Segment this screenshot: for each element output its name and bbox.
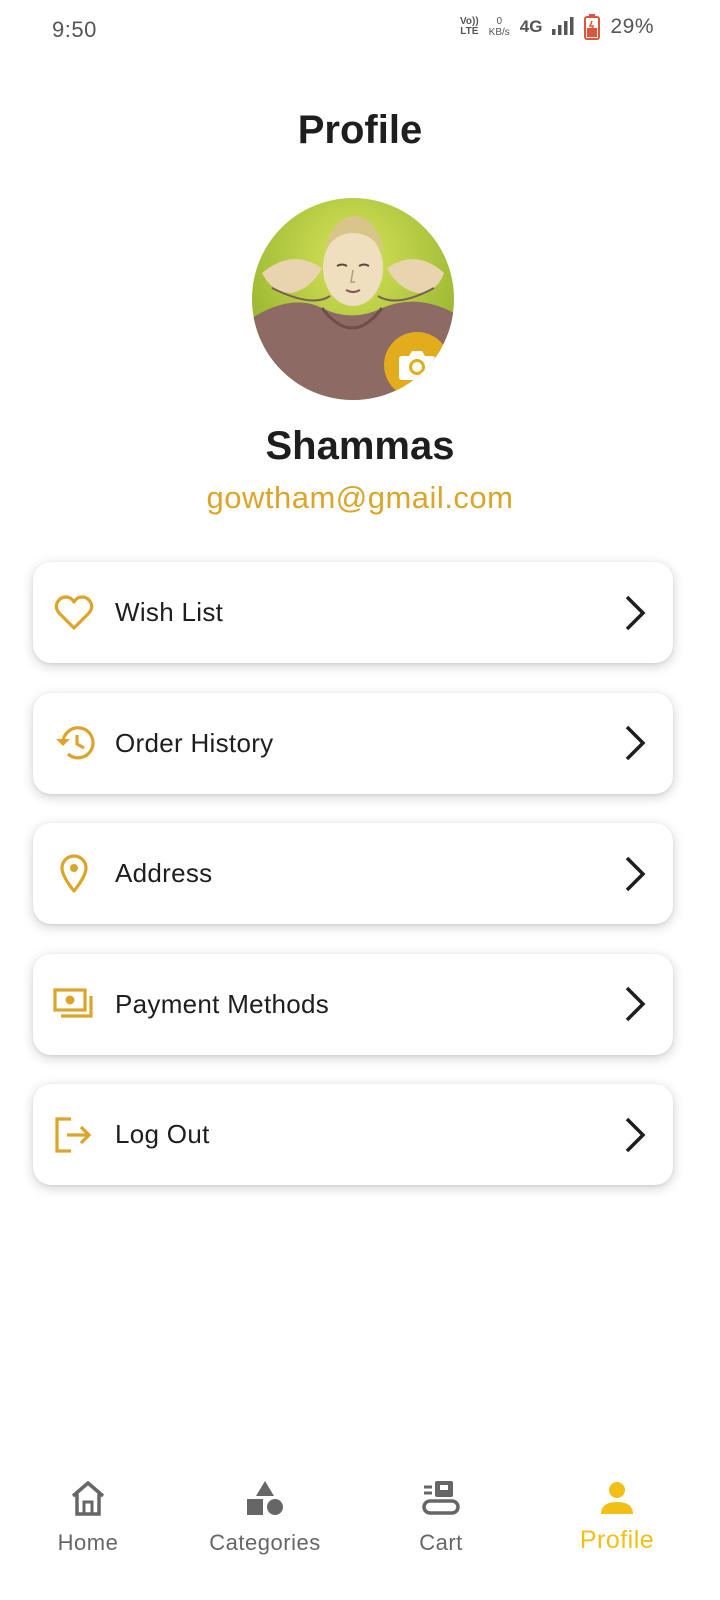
nav-label: Cart [419,1530,463,1555]
location-pin-icon [53,853,95,895]
home-icon [48,1476,128,1520]
network-type: 4G [519,17,543,36]
status-indicators: Vo)) LTE 0 KB/s 4G 29% [460,14,654,40]
menu-item-log-out[interactable]: Log Out [33,1084,673,1185]
chevron-right-icon [625,725,646,761]
menu-item-payment-methods[interactable]: Payment Methods [33,953,673,1055]
cart-icon [401,1476,481,1520]
nav-label: Categories [209,1530,321,1555]
categories-icon [204,1476,326,1520]
heart-icon [53,592,95,634]
avatar-container [252,198,454,400]
profile-menu: Wish List Order History Address Payment … [33,562,673,1215]
avatar[interactable] [252,198,454,400]
chevron-right-icon [625,595,646,630]
payments-icon [53,983,95,1025]
nav-item-categories[interactable]: Categories [204,1476,326,1556]
network-speed: 0 KB/s [488,16,510,38]
camera-button[interactable] [384,332,450,398]
status-bar: 9:50 Vo)) LTE 0 KB/s 4G 29% [0,0,720,60]
menu-item-label: Wish List [115,597,224,627]
signal-icon [552,17,574,35]
nav-label: Home [57,1530,119,1555]
chevron-right-icon [625,1117,646,1152]
chevron-right-icon [625,986,646,1022]
volte-indicator: Vo)) LTE [459,16,479,37]
nav-item-cart[interactable]: Cart [401,1476,481,1556]
user-name: Shammas [265,424,455,468]
camera-icon [399,351,435,380]
nav-item-home[interactable]: Home [48,1476,128,1556]
battery-icon [584,14,601,40]
nav-label: Profile [579,1526,655,1554]
battery-percent: 29% [610,15,654,38]
menu-item-order-history[interactable]: Order History [33,692,673,794]
menu-item-wish-list[interactable]: Wish List [33,562,673,663]
menu-item-label: Payment Methods [115,988,330,1019]
person-icon [572,1476,662,1520]
nav-item-profile[interactable]: Profile [572,1476,662,1555]
menu-item-label: Address [115,858,213,888]
status-time: 9:50 [52,17,97,42]
menu-item-address[interactable]: Address [33,823,673,924]
history-icon [53,722,95,764]
menu-item-label: Order History [115,727,274,758]
page-title: Profile [297,108,423,152]
chevron-right-icon [625,856,646,891]
user-email: gowtham@gmail.com [206,480,514,515]
logout-icon [53,1114,95,1156]
menu-item-label: Log Out [115,1119,210,1149]
